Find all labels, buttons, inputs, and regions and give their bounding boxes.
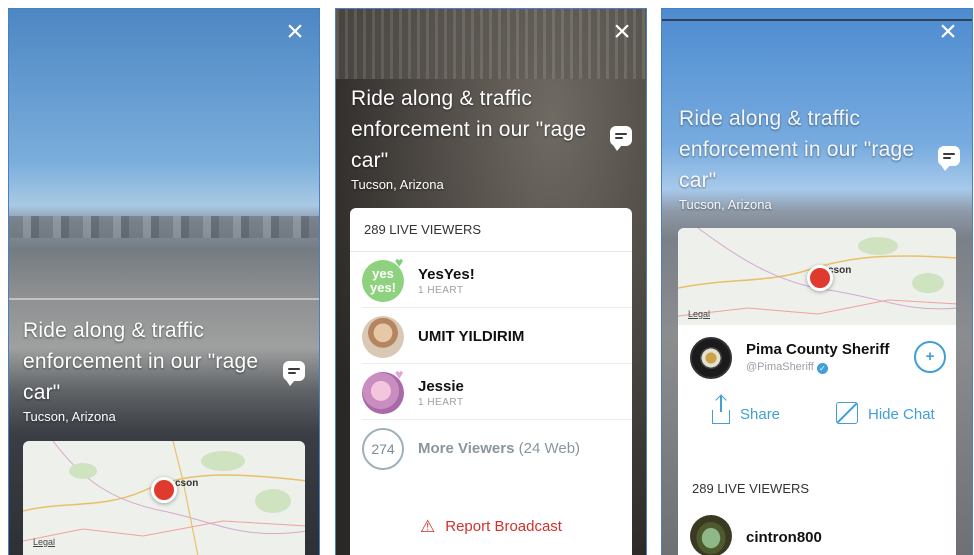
broadcaster-handle: @PimaSheriff ✓ <box>746 361 828 374</box>
more-viewers-label: More Viewers (24 Web) <box>418 440 581 457</box>
viewer-name: YesYes! <box>418 266 475 283</box>
broadcaster-card: cson Legal Pima County Sheriff @PimaSher… <box>678 228 956 555</box>
avatar <box>690 337 732 379</box>
broadcast-location: Tucson, Arizona <box>679 197 772 212</box>
broadcast-title-block: Ride along & traffic enforcement in our … <box>23 315 273 424</box>
viewer-hearts: 1 HEART <box>418 285 464 296</box>
chat-icon[interactable] <box>610 126 632 151</box>
broadcaster-profile[interactable]: Pima County Sheriff @PimaSheriff ✓ + <box>690 337 946 385</box>
phone-screen-1: × Ride along & traffic enforcement in ou… <box>8 8 320 555</box>
live-viewers-count: 289 LIVE VIEWERS <box>692 481 810 496</box>
avatar <box>690 515 732 555</box>
viewer-hearts: 1 HEART <box>418 397 464 408</box>
heart-icon: ♥ <box>395 366 404 382</box>
phone-screen-2: × Ride along & traffic enforcement in ou… <box>335 8 647 555</box>
warning-icon: ⚠ <box>420 517 436 536</box>
action-bar: Share Hide Chat <box>678 396 956 432</box>
location-pin-icon <box>807 265 833 291</box>
hide-chat-icon <box>836 402 858 424</box>
live-viewers-count: 289 LIVE VIEWERS <box>350 208 632 252</box>
broadcast-title: Ride along & traffic enforcement in our … <box>351 87 587 172</box>
chat-icon[interactable] <box>938 146 960 171</box>
broadcast-title: Ride along & traffic enforcement in our … <box>679 107 915 192</box>
close-icon[interactable]: × <box>610 17 634 47</box>
chat-icon[interactable] <box>283 361 305 386</box>
heart-icon: ♥ <box>395 254 404 270</box>
location-map[interactable]: cson Legal <box>678 228 956 325</box>
map-legal-link[interactable]: Legal <box>33 537 55 547</box>
avatar <box>362 316 404 358</box>
map-city-label: cson <box>175 478 199 489</box>
follow-user-button[interactable]: + <box>914 341 946 373</box>
viewer-row[interactable]: ♥ Jessie 1 HEART <box>362 364 632 420</box>
live-viewers-panel: 289 LIVE VIEWERS yes yes! ♥ YesYes! 1 HEA… <box>350 208 632 555</box>
viewer-row[interactable]: yes yes! ♥ YesYes! 1 HEART <box>362 252 632 308</box>
broadcast-title: Ride along & traffic enforcement in our … <box>23 319 259 404</box>
map-legal-link[interactable]: Legal <box>688 309 710 319</box>
viewer-name: Jessie <box>418 378 464 395</box>
report-broadcast-button[interactable]: ⚠ Report Broadcast <box>350 517 632 537</box>
location-map[interactable]: cson Legal <box>23 441 305 555</box>
more-viewers-count: 274 <box>362 428 404 470</box>
verified-icon: ✓ <box>816 363 828 374</box>
share-button[interactable]: Share <box>712 396 780 424</box>
broadcaster-name: Pima County Sheriff <box>746 341 890 358</box>
viewer-row[interactable]: UMIT YILDIRIM <box>362 308 632 364</box>
more-viewers-row[interactable]: 274 More Viewers (24 Web) <box>362 420 632 476</box>
broadcast-location: Tucson, Arizona <box>351 177 444 192</box>
viewer-name: UMIT YILDIRIM <box>418 328 525 345</box>
share-icon <box>712 396 730 424</box>
viewer-name: cintron800 <box>746 529 822 546</box>
viewer-row[interactable]: cintron800 <box>690 515 956 555</box>
broadcast-title-block: Ride along & traffic enforcement in our … <box>679 103 929 212</box>
broadcast-title-block: Ride along & traffic enforcement in our … <box>351 83 601 192</box>
phone-screen-3: × Ride along & traffic enforcement in ou… <box>661 8 973 555</box>
location-pin-icon <box>151 477 177 503</box>
hide-chat-button[interactable]: Hide Chat <box>836 402 935 424</box>
close-icon[interactable]: × <box>936 17 960 47</box>
broadcast-location: Tucson, Arizona <box>23 409 116 424</box>
close-icon[interactable]: × <box>283 17 307 47</box>
